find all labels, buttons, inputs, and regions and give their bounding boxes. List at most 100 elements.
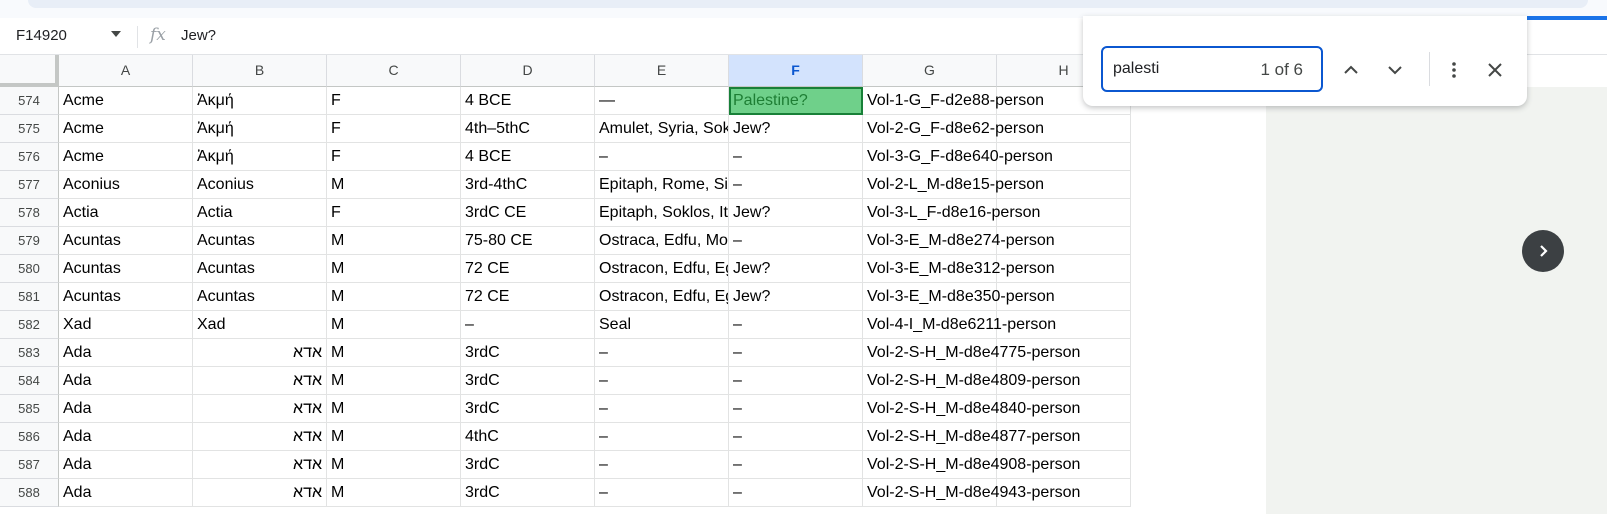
cell[interactable]: M <box>327 283 461 311</box>
cell[interactable]: – <box>595 367 729 395</box>
cell[interactable]: Epitaph, Soklos, Italy <box>595 199 729 227</box>
cell[interactable]: – <box>729 479 863 507</box>
cell[interactable]: Actia <box>59 199 193 227</box>
row-header[interactable]: 586 <box>0 423 59 451</box>
cell[interactable]: – <box>729 227 863 255</box>
cell[interactable]: Ada <box>59 423 193 451</box>
cell[interactable]: Aconius <box>59 171 193 199</box>
cell[interactable]: Palestine? <box>729 87 863 115</box>
cell[interactable]: – <box>729 171 863 199</box>
select-all-corner[interactable] <box>0 55 59 87</box>
row-header[interactable]: 581 <box>0 283 59 311</box>
cell[interactable]: 3rdC CE <box>461 199 595 227</box>
cell[interactable]: Vol-2-S-H_M-d8e4840-person <box>863 395 1080 423</box>
cell[interactable]: Ostraca, Edfu, Mother <box>595 227 729 255</box>
cell[interactable]: Vol-3-L_F-d8e16-person <box>863 199 1040 227</box>
cell[interactable]: M <box>327 171 461 199</box>
cell[interactable]: M <box>327 311 461 339</box>
cell[interactable]: M <box>327 423 461 451</box>
row-header[interactable]: 585 <box>0 395 59 423</box>
cell[interactable]: Ostracon, Edfu, Egypt <box>595 255 729 283</box>
cell[interactable]: – <box>595 395 729 423</box>
cell[interactable]: M <box>327 255 461 283</box>
row-header[interactable]: 576 <box>0 143 59 171</box>
cell[interactable]: אדא <box>193 395 327 423</box>
cell[interactable]: Jew? <box>729 283 863 311</box>
row-header[interactable]: 582 <box>0 311 59 339</box>
column-header-d[interactable]: D <box>461 55 595 87</box>
cell[interactable]: Vol-3-E_M-d8e274-person <box>863 227 1055 255</box>
row-header[interactable]: 588 <box>0 479 59 507</box>
cell[interactable]: 4th–5thC <box>461 115 595 143</box>
cell[interactable]: Acuntas <box>59 283 193 311</box>
cell[interactable]: – <box>595 143 729 171</box>
cell[interactable]: M <box>327 227 461 255</box>
cell[interactable]: Vol-1-G_F-d2e88-person <box>863 87 1044 115</box>
cell[interactable]: 3rdC <box>461 395 595 423</box>
find-more-options-button[interactable] <box>1440 56 1468 84</box>
cell[interactable]: Acuntas <box>59 227 193 255</box>
cell[interactable]: – <box>595 479 729 507</box>
find-input[interactable]: palesti 1 of 6 <box>1101 46 1323 92</box>
cell[interactable]: Acuntas <box>193 255 327 283</box>
cell[interactable]: 3rdC <box>461 451 595 479</box>
cell[interactable]: M <box>327 479 461 507</box>
column-header-a[interactable]: A <box>59 55 193 87</box>
cell[interactable]: Actia <box>193 199 327 227</box>
name-box-dropdown-icon[interactable] <box>111 31 121 37</box>
cell[interactable]: Vol-2-S-H_M-d8e4943-person <box>863 479 1080 507</box>
cell[interactable]: 4 BCE <box>461 87 595 115</box>
cell[interactable]: אדא <box>193 339 327 367</box>
cell[interactable]: 75-80 CE <box>461 227 595 255</box>
cell[interactable]: 4thC <box>461 423 595 451</box>
column-header-f[interactable]: F <box>729 55 863 87</box>
cell[interactable]: Xad <box>193 311 327 339</box>
cell[interactable]: – <box>729 451 863 479</box>
row-header[interactable]: 587 <box>0 451 59 479</box>
cell[interactable]: Vol-2-S-H_M-d8e4877-person <box>863 423 1080 451</box>
cell[interactable]: F <box>327 143 461 171</box>
cell[interactable]: Amulet, Syria, Soknopaiou <box>595 115 729 143</box>
cell[interactable]: M <box>327 367 461 395</box>
cell[interactable]: – <box>595 423 729 451</box>
cell[interactable]: – <box>729 339 863 367</box>
cell[interactable]: Vol-3-E_M-d8e350-person <box>863 283 1055 311</box>
cell[interactable]: Ἀκμή <box>193 143 327 171</box>
cell[interactable]: – <box>729 395 863 423</box>
row-header[interactable]: 578 <box>0 199 59 227</box>
cell[interactable]: 72 CE <box>461 283 595 311</box>
column-header-g[interactable]: G <box>863 55 997 87</box>
cell[interactable]: Jew? <box>729 199 863 227</box>
column-header-c[interactable]: C <box>327 55 461 87</box>
cell[interactable]: – <box>461 311 595 339</box>
cell[interactable]: Ostracon, Edfu, Egypt <box>595 283 729 311</box>
cell[interactable]: 4 BCE <box>461 143 595 171</box>
cell[interactable]: Xad <box>59 311 193 339</box>
cell[interactable]: Jew? <box>729 255 863 283</box>
column-header-b[interactable]: B <box>193 55 327 87</box>
row-header[interactable]: 584 <box>0 367 59 395</box>
cell[interactable]: – <box>595 451 729 479</box>
cell[interactable]: Vol-3-G_F-d8e640-person <box>863 143 1053 171</box>
cell[interactable]: Ἀκμή <box>193 115 327 143</box>
side-panel-expand-button[interactable] <box>1522 230 1564 272</box>
cell[interactable]: Vol-2-G_F-d8e62-person <box>863 115 1044 143</box>
find-close-button[interactable] <box>1481 56 1509 84</box>
cell[interactable]: Acme <box>59 87 193 115</box>
row-header[interactable]: 575 <box>0 115 59 143</box>
formula-input[interactable]: Jew? <box>181 27 216 44</box>
cell[interactable]: Acme <box>59 143 193 171</box>
cell[interactable]: F <box>327 115 461 143</box>
cell[interactable]: F <box>327 87 461 115</box>
cell[interactable]: Acuntas <box>193 283 327 311</box>
cell[interactable]: — <box>595 87 729 115</box>
cell[interactable]: Vol-4-I_M-d8e6211-person <box>863 311 1056 339</box>
cell[interactable]: M <box>327 451 461 479</box>
cell[interactable]: Vol-2-S-H_M-d8e4775-person <box>863 339 1080 367</box>
cell[interactable]: – <box>729 367 863 395</box>
cell[interactable]: – <box>595 339 729 367</box>
cell[interactable]: M <box>327 395 461 423</box>
cell[interactable]: Vol-2-S-H_M-d8e4809-person <box>863 367 1080 395</box>
cell[interactable]: – <box>729 311 863 339</box>
cell[interactable]: אדא <box>193 451 327 479</box>
